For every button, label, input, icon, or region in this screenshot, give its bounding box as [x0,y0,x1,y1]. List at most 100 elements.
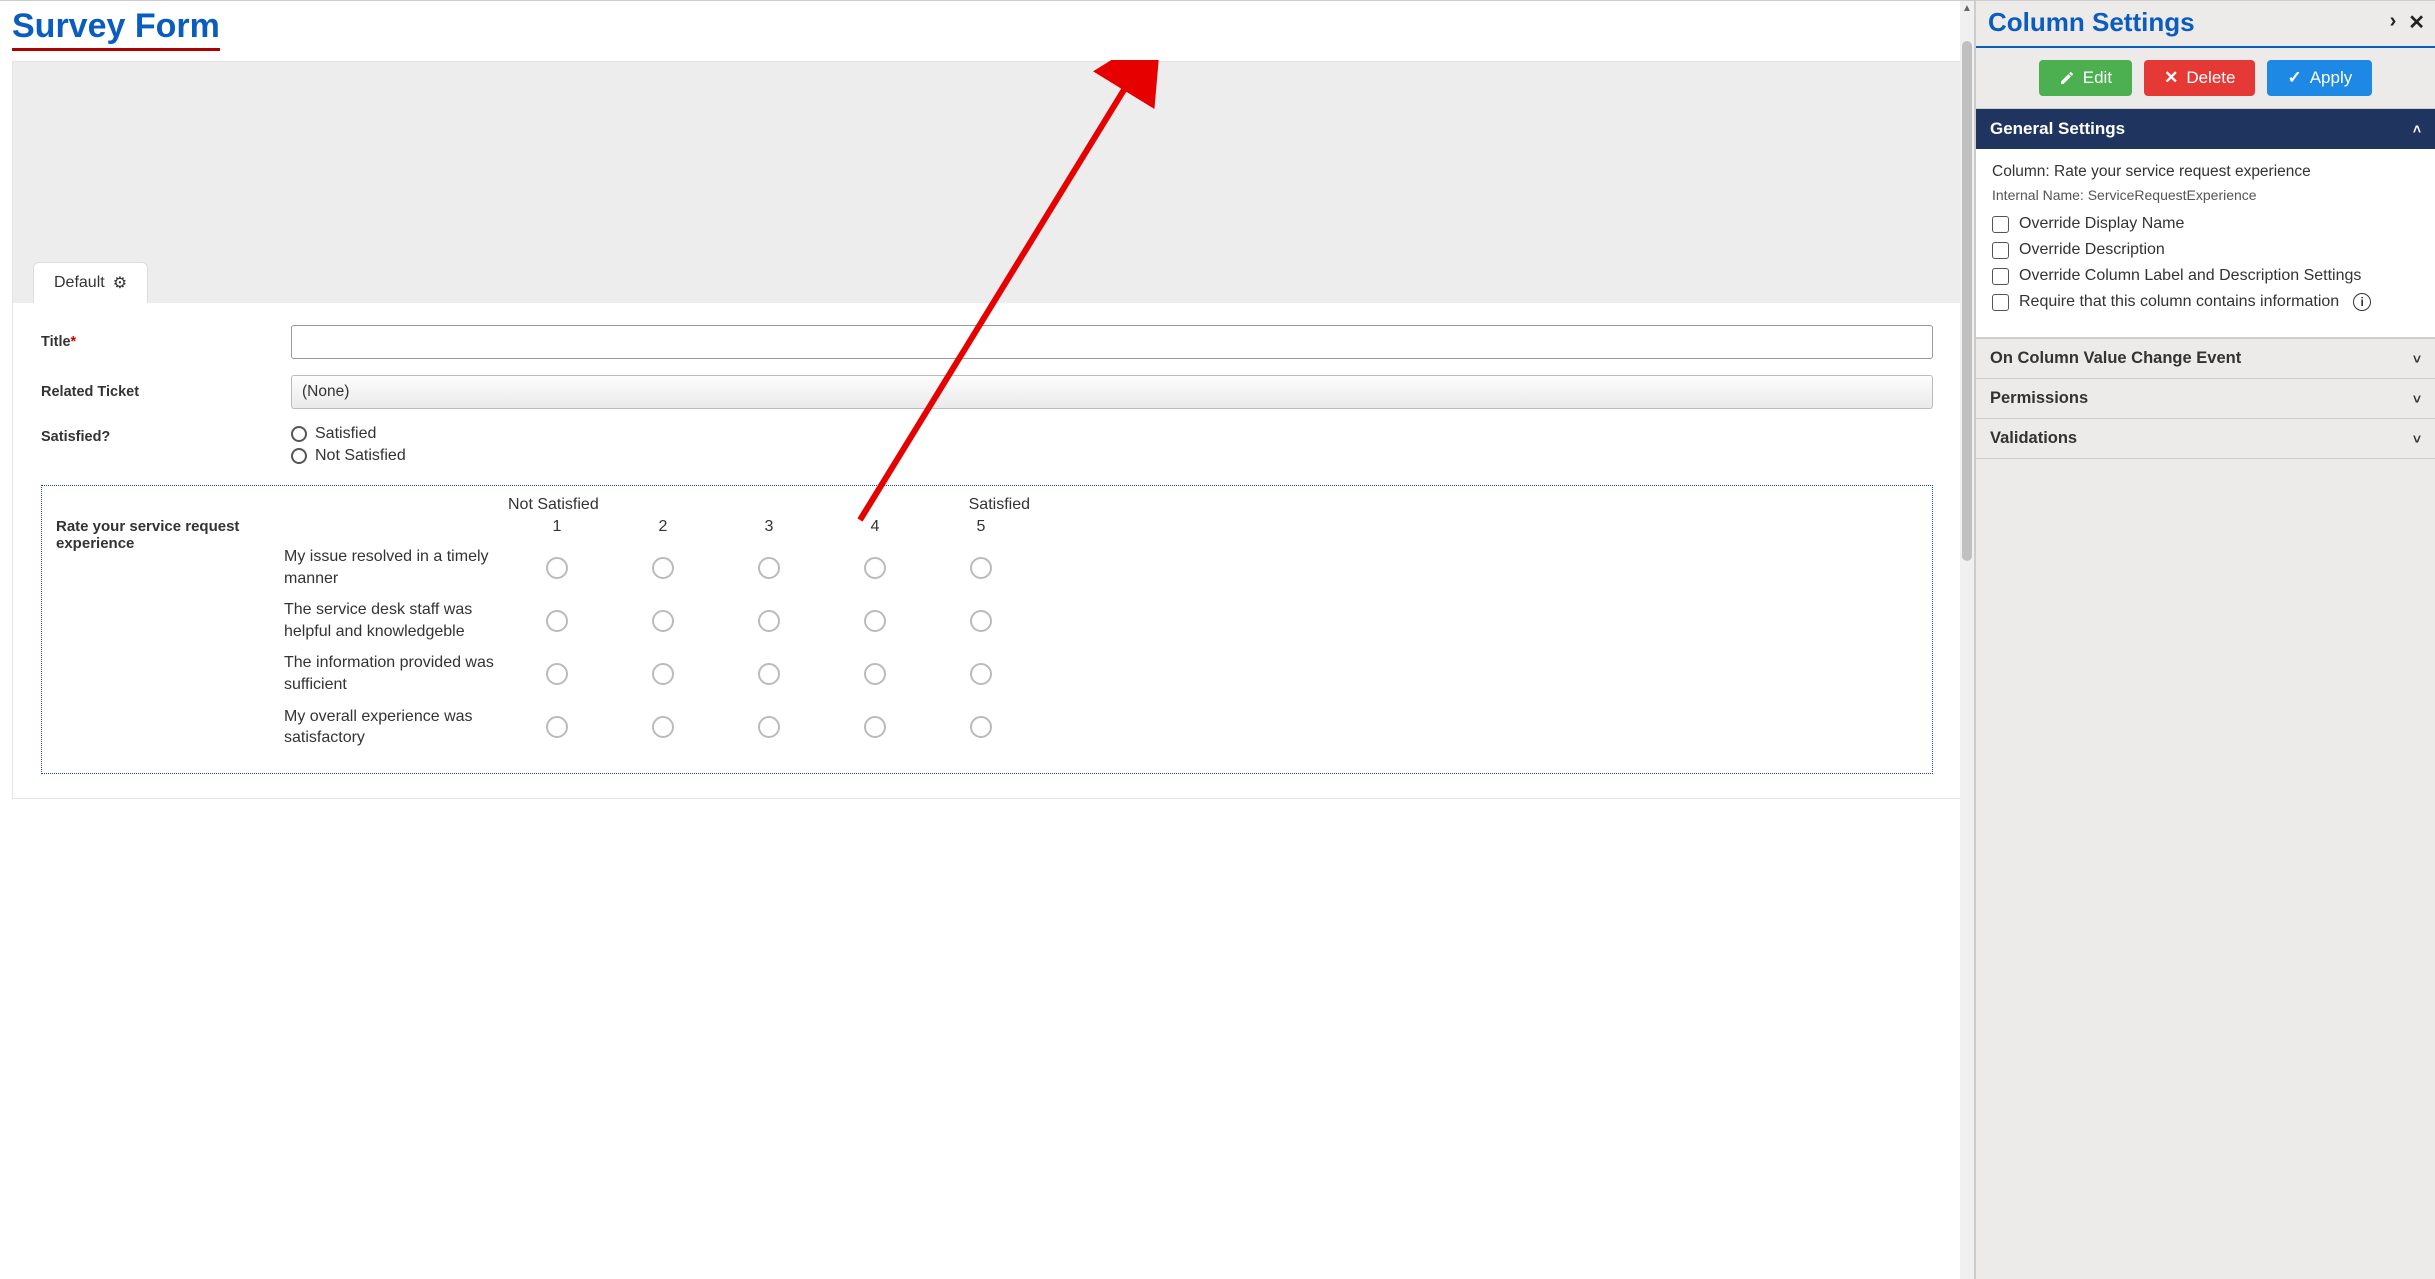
general-settings-title: General Settings [1990,119,2125,139]
tab-default-label: Default [54,274,105,292]
title-label-text: Title [41,334,71,350]
likert-num-1: 1 [504,518,610,536]
likert-radio[interactable] [864,663,886,685]
form-wrapper: Default ⚙ Title* Related Ticket (None) [12,61,1962,799]
title-input[interactable] [291,325,1933,359]
likert-radio[interactable] [864,716,886,738]
likert-radio[interactable] [758,610,780,632]
edit-button-label: Edit [2083,68,2112,88]
likert-radio[interactable] [758,663,780,685]
radio-satisfied[interactable]: Satisfied [291,425,1933,443]
likert-num-4: 4 [822,518,928,536]
likert-radio[interactable] [864,610,886,632]
likert-radio[interactable] [970,557,992,579]
internal-name-label: Internal Name: [1992,187,2084,203]
likert-radio[interactable] [758,557,780,579]
general-settings-header[interactable]: General Settings ˄ [1976,109,2435,149]
checkbox-icon [1992,242,2009,259]
form-body: Title* Related Ticket (None) Satisfied? [13,303,1961,798]
tab-default[interactable]: Default ⚙ [33,262,148,303]
likert-radio[interactable] [758,716,780,738]
likert-section[interactable]: Rate your service request experience Not… [41,485,1933,774]
side-title: Column Settings [1988,7,2390,38]
apply-button[interactable]: ✓ Apply [2267,60,2372,96]
likert-radio[interactable] [652,716,674,738]
likert-q1: My issue resolved in a timely manner [284,546,504,589]
chk-override-description[interactable]: Override Description [1992,241,2419,259]
internal-name-value: ServiceRequestExperience [2088,187,2257,203]
likert-radio[interactable] [652,557,674,579]
chevron-down-icon: ˅ [2413,431,2421,447]
edit-button[interactable]: Edit [2039,60,2132,96]
title-label: Title* [41,334,291,350]
chk-override-column-label[interactable]: Override Column Label and Description Se… [1992,267,2419,285]
general-settings-section: General Settings ˄ Column: Rate your ser… [1976,108,2435,338]
likert-table: Not Satisfied Satisfied 1 2 3 4 5 [284,496,1922,759]
form-placeholder [13,62,1961,262]
likert-scale-left: Not Satisfied [508,496,599,514]
next-icon[interactable]: › [2390,10,2397,35]
chevron-up-icon: ˄ [2413,121,2421,137]
likert-q3: The information provided was sufficient [284,652,504,695]
validations-section[interactable]: Validations ˅ [1976,418,2435,459]
on-change-section[interactable]: On Column Value Change Event ˅ [1976,338,2435,378]
chk-override-description-label: Override Description [2019,241,2165,259]
validations-label: Validations [1990,429,2077,448]
chevron-down-icon: ˅ [2413,391,2421,407]
likert-row-1: My issue resolved in a timely manner [284,546,1922,589]
close-icon[interactable]: ✕ [2408,10,2425,35]
delete-button[interactable]: ✕ Delete [2144,60,2255,96]
related-ticket-lookup[interactable]: (None) [291,375,1933,409]
apply-button-label: Apply [2310,68,2353,88]
radio-not-satisfied-label: Not Satisfied [315,447,406,465]
button-row: Edit ✕ Delete ✓ Apply [1976,48,2435,108]
likert-radio[interactable] [652,610,674,632]
likert-radio[interactable] [546,557,568,579]
related-ticket-value: (None) [302,383,349,401]
checkbox-icon [1992,216,2009,233]
general-settings-body: Column: Rate your service request experi… [1976,149,2435,337]
likert-radio[interactable] [546,716,568,738]
tab-bar: Default ⚙ [13,262,1961,303]
likert-radio[interactable] [864,557,886,579]
likert-radio[interactable] [970,716,992,738]
permissions-section[interactable]: Permissions ˅ [1976,378,2435,418]
likert-radio[interactable] [546,663,568,685]
chevron-down-icon: ˅ [2413,351,2421,367]
likert-row-3: The information provided was sufficient [284,652,1922,695]
likert-field-label: Rate your service request experience [52,496,284,759]
likert-radio[interactable] [970,610,992,632]
likert-scale-right: Satisfied [969,496,1030,514]
likert-row-4: My overall experience was satisfactory [284,706,1922,749]
satisfied-label: Satisfied? [41,425,291,445]
likert-q2: The service desk staff was helpful and k… [284,599,504,642]
checkbox-icon [1992,294,2009,311]
radio-satisfied-label: Satisfied [315,425,376,443]
delete-button-label: Delete [2186,68,2235,88]
main-scrollbar[interactable]: ▲ [1960,1,1974,1279]
chk-override-display-name-label: Override Display Name [2019,215,2184,233]
scroll-up-icon[interactable]: ▲ [1960,1,1974,15]
pencil-icon [2059,70,2075,86]
likert-q4: My overall experience was satisfactory [284,706,504,749]
info-icon[interactable]: i [2353,293,2371,311]
page-title: Survey Form [12,7,220,51]
side-header: Column Settings › ✕ [1976,1,2435,48]
chk-override-column-label-text: Override Column Label and Description Se… [2019,267,2361,285]
likert-radio[interactable] [652,663,674,685]
related-ticket-label: Related Ticket [41,384,291,400]
x-icon: ✕ [2164,68,2178,88]
likert-radio[interactable] [970,663,992,685]
checkbox-icon [1992,268,2009,285]
likert-radio[interactable] [546,610,568,632]
side-panel: Column Settings › ✕ Edit ✕ Delete ✓ Appl… [1975,1,2435,1279]
check-icon: ✓ [2287,68,2301,88]
likert-num-3: 3 [716,518,822,536]
chk-override-display-name[interactable]: Override Display Name [1992,215,2419,233]
radio-not-satisfied[interactable]: Not Satisfied [291,447,1933,465]
radio-icon [291,448,307,464]
chk-require-info[interactable]: Require that this column contains inform… [1992,293,2419,311]
gear-icon[interactable]: ⚙ [113,273,127,293]
scroll-thumb[interactable] [1962,41,1972,561]
main-pane: Survey Form Default ⚙ Title* Related Tic… [0,1,1975,1279]
